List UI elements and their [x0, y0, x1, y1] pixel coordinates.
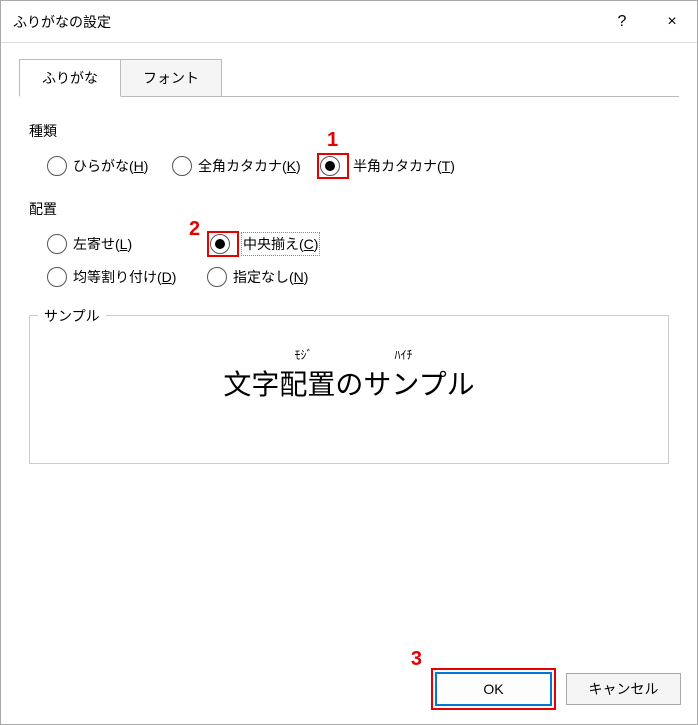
help-button[interactable]: ? — [597, 1, 647, 43]
radio-icon — [207, 267, 227, 287]
align-row-1: 2 左寄せ(L) 中央揃え(C) — [29, 231, 669, 257]
ok-button[interactable]: OK — [436, 673, 551, 705]
highlight-box-2 — [207, 231, 239, 257]
highlight-box-1 — [317, 153, 349, 179]
sample-ruby-1: ﾓｼﾞ — [294, 346, 312, 363]
radio-icon — [210, 234, 230, 254]
spacer — [29, 464, 669, 640]
radio-none[interactable]: 指定なし(N) — [207, 267, 308, 287]
radio-hankaku[interactable] — [320, 156, 346, 176]
sample-ruby-line: ﾓｼﾞ ﾊｲﾁ — [42, 346, 656, 363]
window-title: ふりがなの設定 — [13, 12, 597, 32]
tab-furigana[interactable]: ふりがな — [19, 59, 121, 97]
callout-1: 1 — [327, 129, 338, 152]
type-label: 種類 — [29, 121, 669, 141]
radio-icon — [172, 156, 192, 176]
radio-label: 均等割り付け(D) — [73, 267, 176, 287]
radio-label: 全角カタカナ(K) — [198, 156, 301, 176]
cancel-button[interactable]: キャンセル — [566, 673, 681, 705]
radio-center[interactable] — [210, 234, 236, 254]
align-row-2: 均等割り付け(D) 指定なし(N) — [29, 267, 669, 287]
close-button[interactable]: × — [647, 1, 697, 43]
radio-label: 左寄せ(L) — [73, 234, 132, 254]
radio-icon — [47, 234, 67, 254]
radio-zenkaku[interactable]: 全角カタカナ(K) — [172, 156, 317, 176]
radio-icon — [320, 156, 340, 176]
highlight-box-3: OK — [431, 668, 556, 710]
radio-icon — [47, 156, 67, 176]
sample-group-title: サンプル — [38, 306, 106, 326]
tab-strip: ふりがな フォント — [1, 43, 697, 97]
radio-icon — [47, 267, 67, 287]
radio-label-center[interactable]: 中央揃え(C) — [243, 234, 318, 254]
radio-label: ひらがな(H) — [73, 156, 148, 176]
sample-ruby-2: ﾊｲﾁ — [395, 346, 413, 363]
sample-main-text: 文字配置のサンプル — [42, 363, 656, 403]
titlebar: ふりがなの設定 ? × — [1, 1, 697, 43]
type-row: 1 ひらがな(H) 全角カタカナ(K) 半角カタカナ(T) — [29, 153, 669, 179]
button-row: 3 OK キャンセル — [1, 656, 697, 724]
radio-label: 指定なし(N) — [233, 267, 308, 287]
sample-area: ﾓｼﾞ ﾊｲﾁ 文字配置のサンプル — [42, 346, 656, 403]
align-label: 配置 — [29, 199, 669, 219]
radio-hiragana[interactable]: ひらがな(H) — [47, 156, 172, 176]
radio-label-hankaku[interactable]: 半角カタカナ(T) — [353, 156, 455, 176]
tab-panel: 種類 1 ひらがな(H) 全角カタカナ(K) 半角カタカナ(T) 配置 2 — [1, 97, 697, 656]
sample-group: サンプル ﾓｼﾞ ﾊｲﾁ 文字配置のサンプル — [29, 315, 669, 464]
radio-left[interactable]: 左寄せ(L) — [47, 234, 207, 254]
callout-3: 3 — [411, 648, 422, 671]
tab-font[interactable]: フォント — [120, 59, 222, 97]
radio-distribute[interactable]: 均等割り付け(D) — [47, 267, 207, 287]
